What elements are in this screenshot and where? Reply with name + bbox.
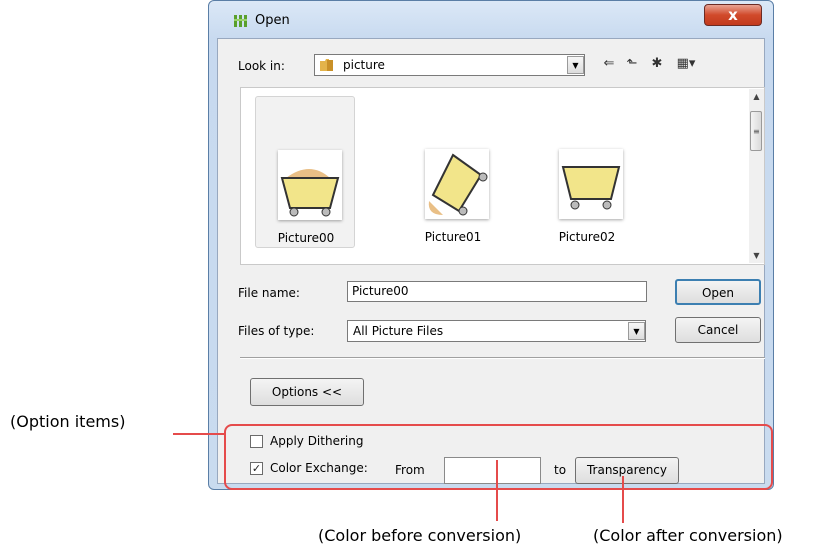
new-folder-icon[interactable]: ✱ [648,55,666,73]
thumbnail [278,150,342,220]
thumbnail [425,149,489,219]
look-in-value: picture [343,58,385,72]
up-folder-icon[interactable]: ⬑ [623,55,641,73]
chevron-down-icon[interactable]: ▼ [567,56,584,74]
file-name-label: Picture00 [277,231,335,245]
file-name-input[interactable]: Picture00 [347,281,647,302]
close-button[interactable]: x [704,4,762,26]
file-list[interactable]: Picture00 Picture01 Picture02 ▲ ≡ ▼ [240,87,765,265]
thumbnail [559,149,623,219]
files-of-type-dropdown[interactable]: All Picture Files ▼ [347,320,646,342]
app-icon [234,15,247,27]
file-name-label: File name: [238,286,300,300]
dialog-title: Open [255,13,290,28]
vertical-scrollbar[interactable]: ▲ ≡ ▼ [749,89,764,263]
back-arrow-icon[interactable]: ⇐ [600,55,618,73]
callout-line [496,460,498,521]
scrollbar-thumb[interactable]: ≡ [750,111,762,151]
title-bar[interactable]: Open x [209,1,775,37]
color-before-callout: (Color before conversion) [318,526,522,545]
files-of-type-value: All Picture Files [353,324,444,338]
option-items-highlight [224,424,773,490]
view-menu-icon[interactable]: ▦▾ [674,55,698,73]
file-item-picture02[interactable]: Picture02 [537,96,637,248]
open-dialog: Open x Look in: picture ▼ ⇐ ⬑ ✱ ▦▾ Pictu… [208,0,774,490]
cancel-button[interactable]: Cancel [675,317,761,343]
dialog-body: Look in: picture ▼ ⇐ ⬑ ✱ ▦▾ Picture00 Pi… [217,38,765,484]
open-button[interactable]: Open [675,279,761,305]
callout-line [173,433,226,435]
option-items-callout: (Option items) [10,412,126,431]
options-toggle-button[interactable]: Options << [250,378,364,406]
files-of-type-label: Files of type: [238,324,315,338]
look-in-label: Look in: [238,59,285,73]
file-name-label: Picture02 [558,230,616,244]
callout-line [622,476,624,523]
file-item-picture01[interactable]: Picture01 [403,96,503,248]
folder-icon [320,59,333,71]
look-in-dropdown[interactable]: picture ▼ [314,54,585,76]
file-item-picture00[interactable]: Picture00 [255,96,355,248]
separator [240,357,765,359]
scroll-down-icon[interactable]: ▼ [749,248,764,263]
file-name-label: Picture01 [424,230,482,244]
scroll-up-icon[interactable]: ▲ [749,89,764,104]
chevron-down-icon[interactable]: ▼ [628,322,645,340]
grip-icon: ≡ [753,127,760,136]
color-after-callout: (Color after conversion) [593,526,783,545]
